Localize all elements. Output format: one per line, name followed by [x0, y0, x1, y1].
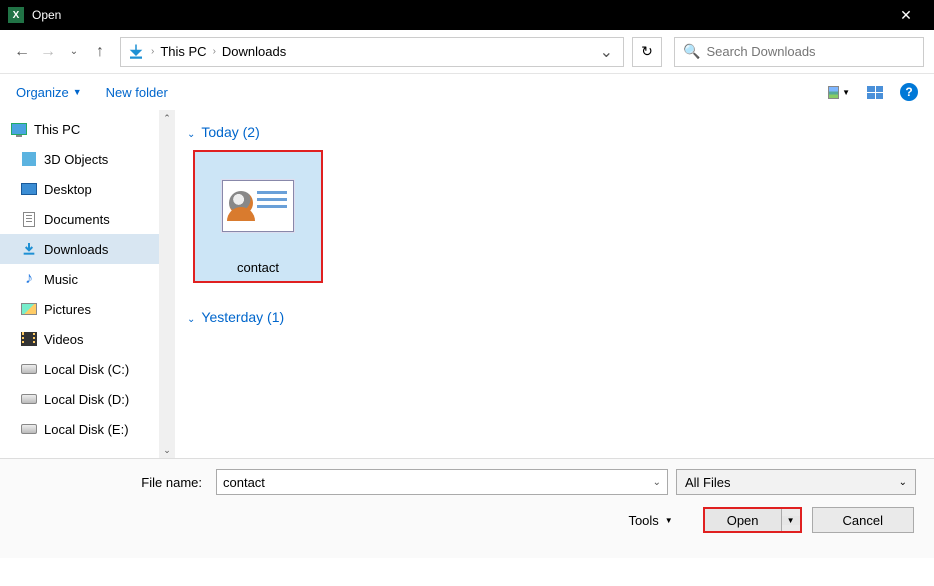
- filename-combobox[interactable]: ⌄: [216, 469, 668, 495]
- music-note-icon: ♪: [20, 271, 38, 287]
- open-dropdown[interactable]: ▼: [782, 516, 800, 525]
- toolbar: Organize▼ New folder ▼ ?: [0, 74, 934, 110]
- search-box[interactable]: 🔍: [674, 37, 924, 67]
- view-mode-button[interactable]: ▼: [828, 83, 850, 101]
- main-area: ⌃ ⌄ This PC 3D Objects Desktop Documents…: [0, 110, 934, 458]
- video-icon: [20, 331, 38, 347]
- tree-music[interactable]: ♪Music: [0, 264, 175, 294]
- tree-pictures[interactable]: Pictures: [0, 294, 175, 324]
- tree-videos[interactable]: Videos: [0, 324, 175, 354]
- tree-3d-objects[interactable]: 3D Objects: [0, 144, 175, 174]
- monitor-icon: [20, 181, 38, 197]
- download-arrow-icon: [20, 241, 38, 257]
- disk-icon: [20, 421, 38, 437]
- search-input[interactable]: [706, 44, 915, 59]
- breadcrumb-downloads[interactable]: Downloads: [218, 44, 290, 59]
- tree-disk-c[interactable]: Local Disk (C:): [0, 354, 175, 384]
- close-button[interactable]: ✕: [886, 7, 926, 24]
- address-dropdown[interactable]: ⌄: [594, 42, 619, 62]
- pc-icon: [10, 121, 28, 137]
- help-button[interactable]: ?: [900, 83, 918, 101]
- address-bar[interactable]: › This PC › Downloads ⌄: [120, 37, 624, 67]
- cancel-button[interactable]: Cancel: [812, 507, 914, 533]
- tree-downloads[interactable]: Downloads: [0, 234, 175, 264]
- document-icon: [20, 211, 38, 227]
- tree-this-pc[interactable]: This PC: [0, 114, 175, 144]
- titlebar: X Open ✕: [0, 0, 934, 30]
- tree-desktop[interactable]: Desktop: [0, 174, 175, 204]
- group-yesterday[interactable]: ⌄Yesterday (1): [187, 303, 922, 331]
- file-contact[interactable]: contact: [193, 150, 323, 283]
- filename-input[interactable]: [223, 475, 653, 490]
- grid-view-icon: [867, 86, 883, 99]
- scroll-down-icon[interactable]: ⌄: [161, 444, 173, 456]
- folder-tree: ⌃ ⌄ This PC 3D Objects Desktop Documents…: [0, 110, 175, 458]
- tree-disk-e[interactable]: Local Disk (E:): [0, 414, 175, 444]
- chevron-down-icon: ⌄: [187, 314, 195, 325]
- window-title: Open: [32, 8, 886, 22]
- bottom-panel: File name: ⌄ All Files ⌄ Tools▼ Open ▼ C…: [0, 458, 934, 558]
- tree-documents[interactable]: Documents: [0, 204, 175, 234]
- cube-icon: [20, 151, 38, 167]
- breadcrumb-this-pc[interactable]: This PC: [156, 44, 210, 59]
- new-folder-button[interactable]: New folder: [106, 85, 168, 100]
- group-today[interactable]: ⌄Today (2): [187, 118, 922, 146]
- tree-root-label: This PC: [34, 122, 80, 137]
- downloads-folder-icon: [125, 41, 147, 63]
- open-button[interactable]: Open ▼: [703, 507, 802, 533]
- tree-disk-d[interactable]: Local Disk (D:): [0, 384, 175, 414]
- filename-label: File name:: [18, 475, 208, 490]
- file-list: ⌄Today (2) contact ⌄Yesterday (1): [175, 110, 934, 458]
- nav-bar: ← → ⌄ ↑ › This PC › Downloads ⌄ ↻ 🔍: [0, 30, 934, 74]
- picture-view-icon: [828, 86, 839, 99]
- tools-menu[interactable]: Tools▼: [628, 513, 672, 528]
- chevron-down-icon: ⌄: [187, 129, 195, 140]
- search-icon: 🔍: [683, 43, 700, 60]
- disk-icon: [20, 361, 38, 377]
- pictures-icon: [20, 301, 38, 317]
- tree-scrollbar[interactable]: ⌃ ⌄: [159, 110, 175, 458]
- chevron-right-icon: ›: [149, 46, 156, 57]
- recent-dropdown[interactable]: ⌄: [62, 40, 86, 64]
- chevron-down-icon[interactable]: ⌄: [653, 477, 661, 488]
- file-name-label: contact: [201, 260, 315, 275]
- organize-menu[interactable]: Organize▼: [16, 85, 82, 100]
- contact-file-icon: [201, 158, 315, 254]
- file-type-filter[interactable]: All Files ⌄: [676, 469, 916, 495]
- excel-app-icon: X: [8, 7, 24, 23]
- up-button[interactable]: ↑: [88, 40, 112, 64]
- chevron-right-icon: ›: [211, 46, 218, 57]
- preview-pane-button[interactable]: [864, 83, 886, 101]
- chevron-down-icon: ⌄: [899, 477, 907, 488]
- refresh-button[interactable]: ↻: [632, 37, 662, 67]
- disk-icon: [20, 391, 38, 407]
- scroll-up-icon[interactable]: ⌃: [161, 112, 173, 124]
- forward-button[interactable]: →: [36, 40, 60, 64]
- back-button[interactable]: ←: [10, 40, 34, 64]
